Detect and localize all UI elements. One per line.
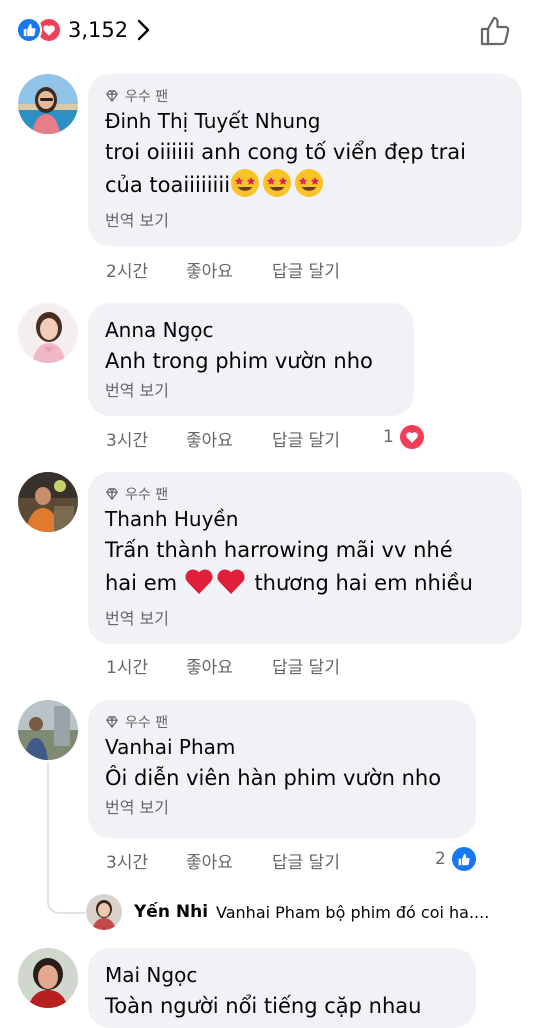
reaction-count-number: 2	[435, 849, 446, 869]
reply-preview[interactable]: Yến Nhi Vanhai Pham bộ phim đó coi ha...…	[86, 892, 489, 932]
reply-button[interactable]: 답글 달기	[272, 257, 382, 282]
comment-bubble[interactable]: Mai Ngọc Toàn người nổi tiếng cặp nhau	[88, 948, 476, 1028]
like-comment-button[interactable]: 좋아요	[186, 848, 272, 873]
comment-text-fragment: thương hai em nhiều	[254, 571, 473, 595]
see-translation-link[interactable]: 번역 보기	[105, 795, 458, 821]
comment-text-fragment: của toaiiiiiiii	[105, 173, 231, 197]
commenter-name[interactable]: Vanhai Pham	[105, 732, 458, 762]
comment-reaction-count[interactable]: 2	[435, 847, 476, 871]
comment-actions: 3시간 좋아요 답글 달기	[106, 847, 382, 873]
comment-time[interactable]: 1시간	[106, 653, 186, 678]
avatar[interactable]	[18, 948, 78, 1008]
commenter-name[interactable]: Thanh Huyền	[105, 504, 504, 534]
like-reaction-icon	[451, 847, 476, 871]
badge-label: 우수 팬	[125, 89, 169, 105]
comment-time[interactable]: 3시간	[106, 848, 186, 873]
badge-label: 우수 팬	[125, 715, 169, 731]
see-translation-link[interactable]: 번역 보기	[105, 208, 504, 234]
commenter-name[interactable]: Đinh Thị Tuyết Nhung	[105, 106, 504, 136]
comment-actions: 1시간 좋아요 답글 달기	[106, 652, 382, 678]
reply-thread-line	[47, 762, 85, 914]
comment-time[interactable]: 2시간	[106, 257, 186, 282]
reply-button[interactable]: 답글 달기	[272, 848, 382, 873]
comment-text-line: troi oiiiiii anh cong tố viển đẹp trai	[105, 140, 466, 164]
reaction-count-number: 1	[383, 427, 394, 447]
comment-text: Trấn thành harrowing mãi vv nhé hai em t…	[105, 534, 504, 605]
star-struck-emoji	[230, 168, 326, 207]
reaction-summary[interactable]: 3,152	[16, 14, 150, 46]
see-translation-link[interactable]: 번역 보기	[105, 606, 504, 632]
see-translation-link[interactable]: 번역 보기	[105, 378, 396, 404]
like-comment-button[interactable]: 좋아요	[186, 257, 272, 282]
avatar[interactable]	[86, 894, 122, 930]
comment-bubble[interactable]: 우수 팬 Thanh Huyền Trấn thành harrowing mã…	[88, 472, 522, 644]
comment-actions: 2시간 좋아요 답글 달기	[106, 256, 382, 282]
badge-label: 우수 팬	[125, 487, 169, 503]
thumbs-up-outline-icon	[480, 16, 510, 46]
avatar[interactable]	[18, 472, 78, 532]
comment-bubble[interactable]: Anna Ngọc Anh trong phim vườn nho 번역 보기	[88, 303, 414, 416]
comment-actions: 3시간 좋아요 답글 달기	[106, 425, 382, 451]
like-reaction-icon	[16, 17, 42, 43]
comment-text-fragment: hai em	[105, 571, 178, 595]
avatar[interactable]	[18, 303, 78, 363]
reply-author-name: Yến Nhi	[134, 902, 209, 922]
comment-bubble[interactable]: 우수 팬 Vanhai Pham Ôi diễn viên hàn phim v…	[88, 700, 476, 838]
comment-text: Toàn người nổi tiếng cặp nhau	[105, 994, 422, 1018]
diamond-icon	[106, 716, 118, 728]
comment-bubble[interactable]: 우수 팬 Đinh Thị Tuyết Nhung troi oiiiiii a…	[88, 74, 522, 246]
top-fan-badge: 우수 팬	[105, 86, 504, 106]
reply-button[interactable]: 답글 달기	[272, 426, 382, 451]
comment-time[interactable]: 3시간	[106, 426, 186, 451]
like-comment-button[interactable]: 좋아요	[186, 426, 272, 451]
like-comment-button[interactable]: 좋아요	[186, 653, 272, 678]
avatar[interactable]	[18, 74, 78, 134]
commenter-name[interactable]: Mai Ngọc	[105, 960, 458, 990]
comment-reaction-count[interactable]: 1	[383, 425, 424, 449]
diamond-icon	[106, 488, 118, 500]
avatar[interactable]	[18, 700, 78, 760]
diamond-icon	[106, 90, 118, 102]
comment-text-line: Trấn thành harrowing mãi vv nhé	[105, 538, 453, 562]
reaction-count: 3,152	[68, 18, 129, 42]
reply-button[interactable]: 답글 달기	[272, 653, 382, 678]
top-fan-badge: 우수 팬	[105, 484, 504, 504]
love-reaction-icon	[399, 425, 424, 449]
red-heart-emoji	[184, 566, 248, 605]
comment-text: Anh trong phim vườn nho	[105, 349, 373, 373]
comment-text-line: của toaiiiiiiii	[105, 168, 504, 207]
comment-text: troi oiiiiii anh cong tố viển đẹp trai c…	[105, 136, 504, 207]
chevron-right-icon	[136, 18, 150, 42]
reply-preview-text: Vanhai Pham bộ phim đó coi ha....	[216, 902, 490, 922]
top-fan-badge: 우수 팬	[105, 712, 458, 732]
reaction-summary-bar: 3,152	[0, 0, 540, 62]
commenter-name[interactable]: Anna Ngọc	[105, 315, 396, 345]
comment-text-line: hai em thương hai em nhiều	[105, 566, 504, 605]
like-post-button[interactable]	[478, 14, 512, 48]
comment-text: Ôi diễn viên hàn phim vườn nho	[105, 766, 442, 790]
